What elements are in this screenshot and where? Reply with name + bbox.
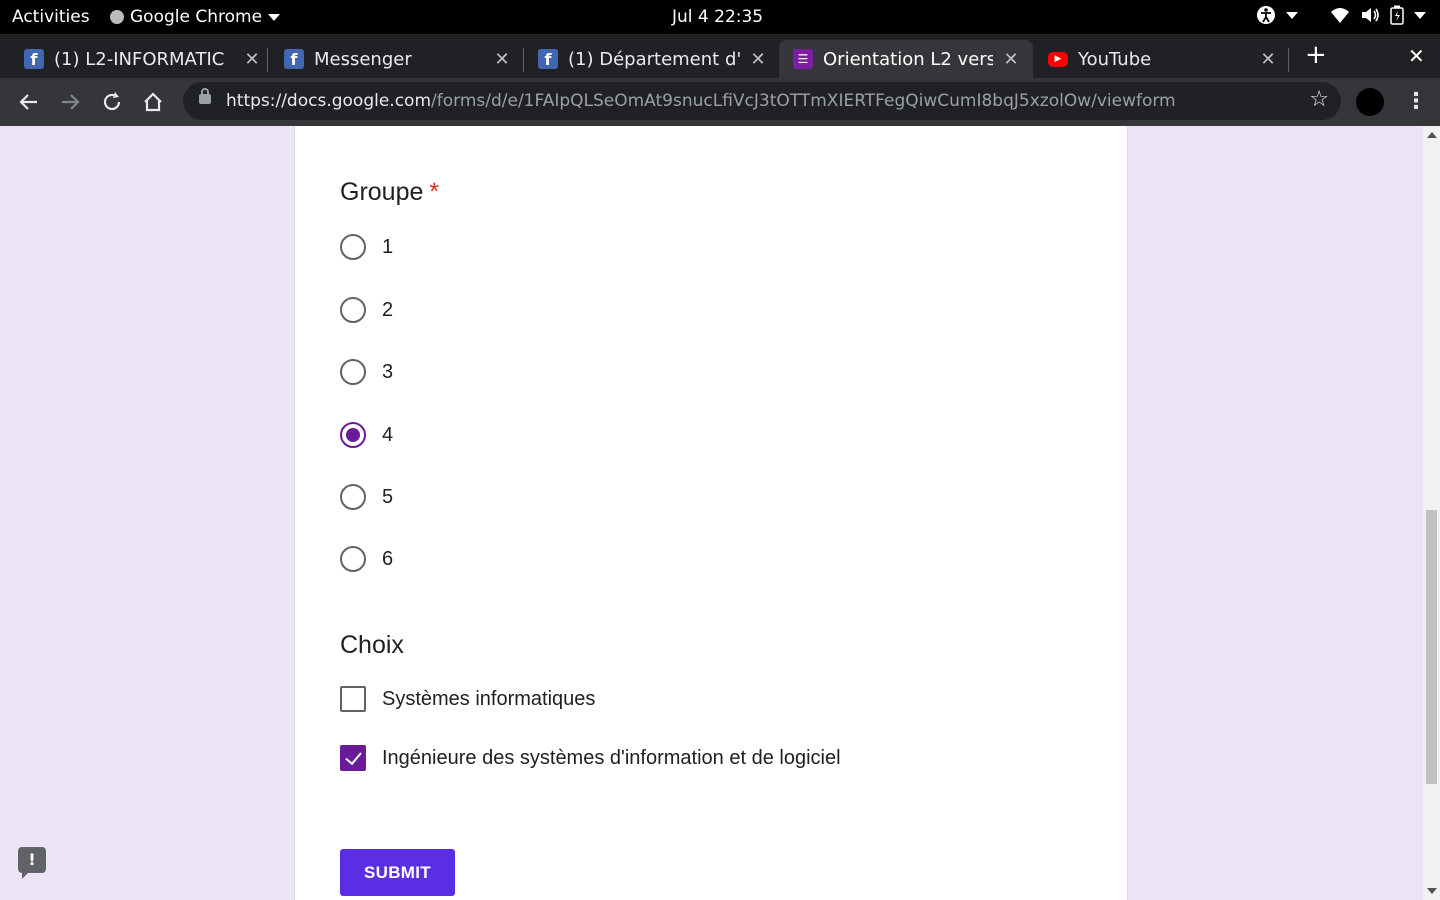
facebook-icon: f xyxy=(538,49,558,69)
wifi-icon xyxy=(1331,8,1349,23)
app-name: Google Chrome xyxy=(130,7,263,27)
question-title-text: Groupe xyxy=(340,178,424,206)
radio-label: 1 xyxy=(382,235,394,258)
tab-orientation-form[interactable]: ☰ Orientation L2 vers ✕ xyxy=(779,40,1033,78)
accessibility-icon[interactable] xyxy=(1256,5,1276,25)
radio-option-6[interactable]: 6 xyxy=(340,546,393,572)
radio-option-1[interactable]: 1 xyxy=(340,234,393,260)
tab-separator xyxy=(267,48,268,72)
close-icon[interactable]: ✕ xyxy=(242,49,262,70)
volume-icon xyxy=(1362,8,1379,22)
address-bar[interactable]: https://docs.google.com/forms/d/e/1FAIpQ… xyxy=(183,82,1341,120)
chevron-down-icon xyxy=(268,13,281,21)
forward-button[interactable] xyxy=(56,88,84,116)
tab-l2-informatique[interactable]: f (1) L2-INFORMATIC ✕ xyxy=(24,40,262,78)
tab-title: (1) Département d'i xyxy=(568,48,740,70)
checkbox-option-systemes-informatiques[interactable]: Systèmes informatiques xyxy=(340,686,595,712)
bookmark-star-icon[interactable]: ☆ xyxy=(1309,87,1329,112)
close-icon[interactable]: ✕ xyxy=(1258,49,1278,70)
system-top-bar: Activities Google Chrome Jul 4 22:35 xyxy=(0,0,1440,34)
scroll-up-arrow-icon[interactable] xyxy=(1427,132,1437,138)
radio-button-selected[interactable] xyxy=(340,422,366,448)
radio-button[interactable] xyxy=(340,546,366,572)
facebook-icon: f xyxy=(24,49,44,69)
radio-option-3[interactable]: 3 xyxy=(340,359,393,385)
tab-departement[interactable]: f (1) Département d'i ✕ xyxy=(538,40,768,78)
home-button[interactable] xyxy=(139,88,167,116)
activities-button[interactable]: Activities xyxy=(12,7,90,27)
facebook-icon: f xyxy=(284,49,304,69)
chevron-down-icon xyxy=(1286,11,1298,19)
tab-separator xyxy=(1288,48,1289,72)
new-tab-button[interactable]: + xyxy=(1305,42,1327,68)
radio-label: 4 xyxy=(382,423,394,446)
scroll-down-arrow-icon[interactable] xyxy=(1427,888,1437,894)
system-tray[interactable] xyxy=(1256,5,1426,25)
checkbox-checked[interactable] xyxy=(340,745,366,771)
radio-button[interactable] xyxy=(340,297,366,323)
browser-toolbar: https://docs.google.com/forms/d/e/1FAIpQ… xyxy=(0,78,1440,126)
window-close-button[interactable]: ✕ xyxy=(1408,44,1425,68)
radio-label: 5 xyxy=(382,485,394,508)
radio-button[interactable] xyxy=(340,359,366,385)
lock-icon[interactable] xyxy=(199,88,211,104)
tab-title: YouTube xyxy=(1078,48,1152,70)
url-text[interactable]: https://docs.google.com/forms/d/e/1FAIpQ… xyxy=(226,91,1176,111)
app-menu[interactable]: Google Chrome xyxy=(110,7,281,27)
chrome-app-icon xyxy=(110,10,124,24)
tab-title: (1) L2-INFORMATIC xyxy=(54,48,225,70)
url-host: https://docs.google.com xyxy=(226,91,432,111)
tab-separator xyxy=(523,48,524,72)
radio-label: 6 xyxy=(382,547,394,570)
url-path: /forms/d/e/1FAIpQLSeOmAt9snucLfiVcJ3tOTT… xyxy=(431,91,1176,111)
tab-title: Orientation L2 vers xyxy=(823,48,993,70)
back-button[interactable] xyxy=(15,88,43,116)
report-feedback-icon[interactable]: ! xyxy=(18,847,46,879)
close-icon[interactable]: ✕ xyxy=(1001,49,1021,70)
close-icon[interactable]: ✕ xyxy=(748,49,768,70)
close-icon[interactable]: ✕ xyxy=(492,49,512,70)
radio-button[interactable] xyxy=(340,484,366,510)
question-title-groupe: Groupe * xyxy=(340,178,439,207)
browser-menu-button[interactable]: ⋮ xyxy=(1405,88,1427,116)
form-card: Groupe * 1 2 3 4 5 6 Choix Systèmes info… xyxy=(294,126,1128,900)
scrollbar-thumb[interactable] xyxy=(1426,510,1437,784)
question-title-choix: Choix xyxy=(340,631,404,659)
tab-strip: f (1) L2-INFORMATIC ✕ f Messenger ✕ f (1… xyxy=(0,34,1440,78)
youtube-icon: ▶ xyxy=(1048,51,1068,67)
radio-option-5[interactable]: 5 xyxy=(340,484,393,510)
required-asterisk: * xyxy=(429,178,440,206)
checkbox-option-ingenieure-si-logiciel[interactable]: Ingénieure des systèmes d'information et… xyxy=(340,745,841,771)
radio-label: 3 xyxy=(382,360,394,383)
reload-button[interactable] xyxy=(98,88,126,116)
checkbox[interactable] xyxy=(340,686,366,712)
radio-label: 2 xyxy=(382,298,394,321)
clock[interactable]: Jul 4 22:35 xyxy=(672,7,763,27)
radio-button[interactable] xyxy=(340,234,366,260)
checkbox-label: Systèmes informatiques xyxy=(382,687,596,710)
profile-avatar[interactable] xyxy=(1356,88,1384,116)
checkbox-label: Ingénieure des systèmes d'information et… xyxy=(382,746,841,769)
submit-button[interactable]: SUBMIT xyxy=(340,849,455,896)
tab-title: Messenger xyxy=(314,48,412,70)
radio-option-4[interactable]: 4 xyxy=(340,422,393,448)
forms-icon: ☰ xyxy=(793,49,813,69)
page-scrollbar[interactable] xyxy=(1423,126,1440,900)
chevron-down-icon xyxy=(1414,11,1426,19)
battery-icon xyxy=(1390,5,1404,25)
tab-youtube[interactable]: ▶ YouTube ✕ xyxy=(1048,40,1278,78)
page-viewport: Groupe * 1 2 3 4 5 6 Choix Systèmes info… xyxy=(0,126,1440,900)
tab-messenger[interactable]: f Messenger ✕ xyxy=(284,40,512,78)
radio-option-2[interactable]: 2 xyxy=(340,297,393,323)
